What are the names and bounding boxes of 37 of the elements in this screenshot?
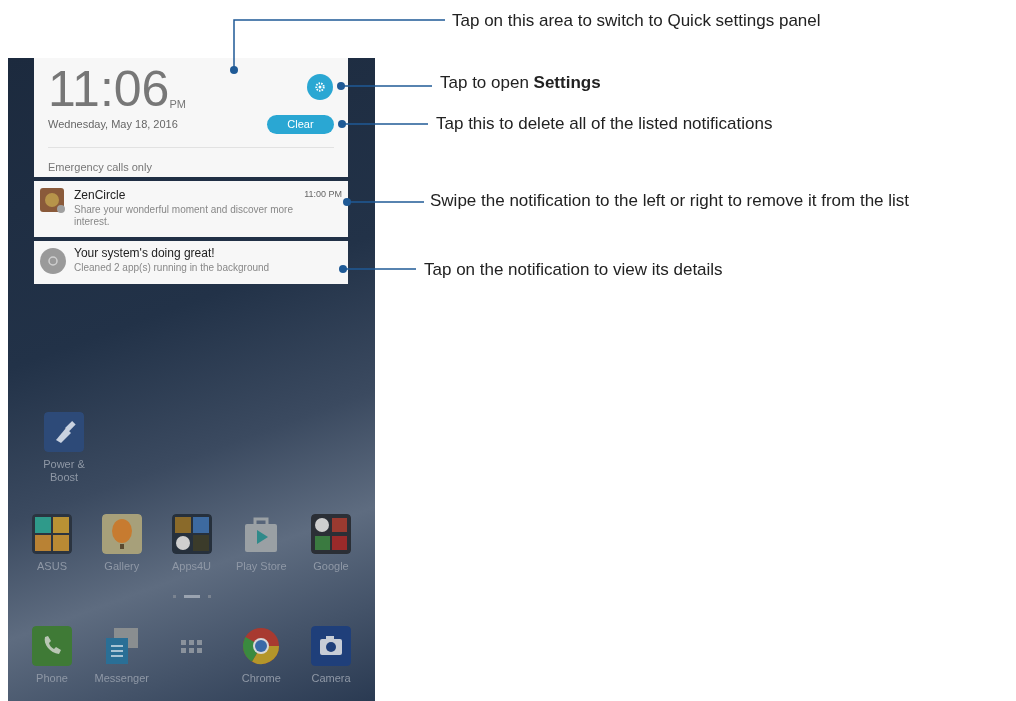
notification-card[interactable]: ZenCircle 11:00 PM Share your wonderful moment and discover more interest.: [34, 181, 348, 237]
settings-icon: [314, 81, 326, 93]
callout-text: Tap this to delete all of the listed notifications: [436, 113, 773, 135]
notification-title: ZenCircle: [74, 188, 126, 202]
notification-title: Your system's doing great!: [74, 246, 215, 260]
settings-button[interactable]: [307, 74, 333, 100]
app-label: Phone: [36, 672, 68, 685]
app-label: Gallery: [104, 560, 140, 573]
clock-time: 11:06: [48, 64, 170, 114]
app-label: ASUS: [37, 560, 67, 573]
notification-text: Cleaned 2 app(s) running in the background: [74, 262, 271, 274]
callout-text: Tap on the notification to view its details: [424, 259, 723, 281]
notification-time: 11:00 PM: [304, 188, 342, 201]
app-label: Messenger: [94, 672, 149, 685]
folder-icon[interactable]: [311, 514, 351, 554]
broom-icon[interactable]: [44, 412, 84, 452]
callout-text: Tap on this area to switch to Quick settings panel: [452, 10, 821, 32]
date-text: Wednesday, May 18, 2016: [48, 117, 178, 133]
chrome-icon[interactable]: [241, 626, 282, 666]
app-label: Power & Boost: [42, 458, 86, 484]
balloon-icon[interactable]: [101, 514, 142, 554]
callout-text: Tap to open Settings: [440, 72, 601, 94]
notification-card[interactable]: Your system's doing great! Cleaned 2 app(s) running in the background: [34, 241, 348, 284]
notification-text: Share your wonderful moment and discover more interest.: [74, 204, 294, 228]
app-label: Google: [313, 560, 349, 573]
folder-icon[interactable]: [171, 514, 212, 554]
app-label: Chrome: [241, 672, 281, 685]
callout-text: Swipe the notification to the left or right to remove it from the list: [430, 190, 910, 212]
app-label: Camera: [311, 672, 351, 685]
folder-icon[interactable]: [32, 514, 72, 554]
app-thumbnail-icon: [40, 188, 66, 214]
phone-icon[interactable]: [32, 626, 72, 666]
cleaner-icon: [40, 248, 66, 274]
camera-icon[interactable]: [311, 626, 351, 666]
notification-header-card[interactable]: 11:06 PM Wednesday, May 18, 2016 Clear Emergency calls only: [34, 58, 348, 177]
carrier-status: Emergency calls only: [48, 161, 152, 173]
clock-ampm: PM: [169, 96, 186, 112]
